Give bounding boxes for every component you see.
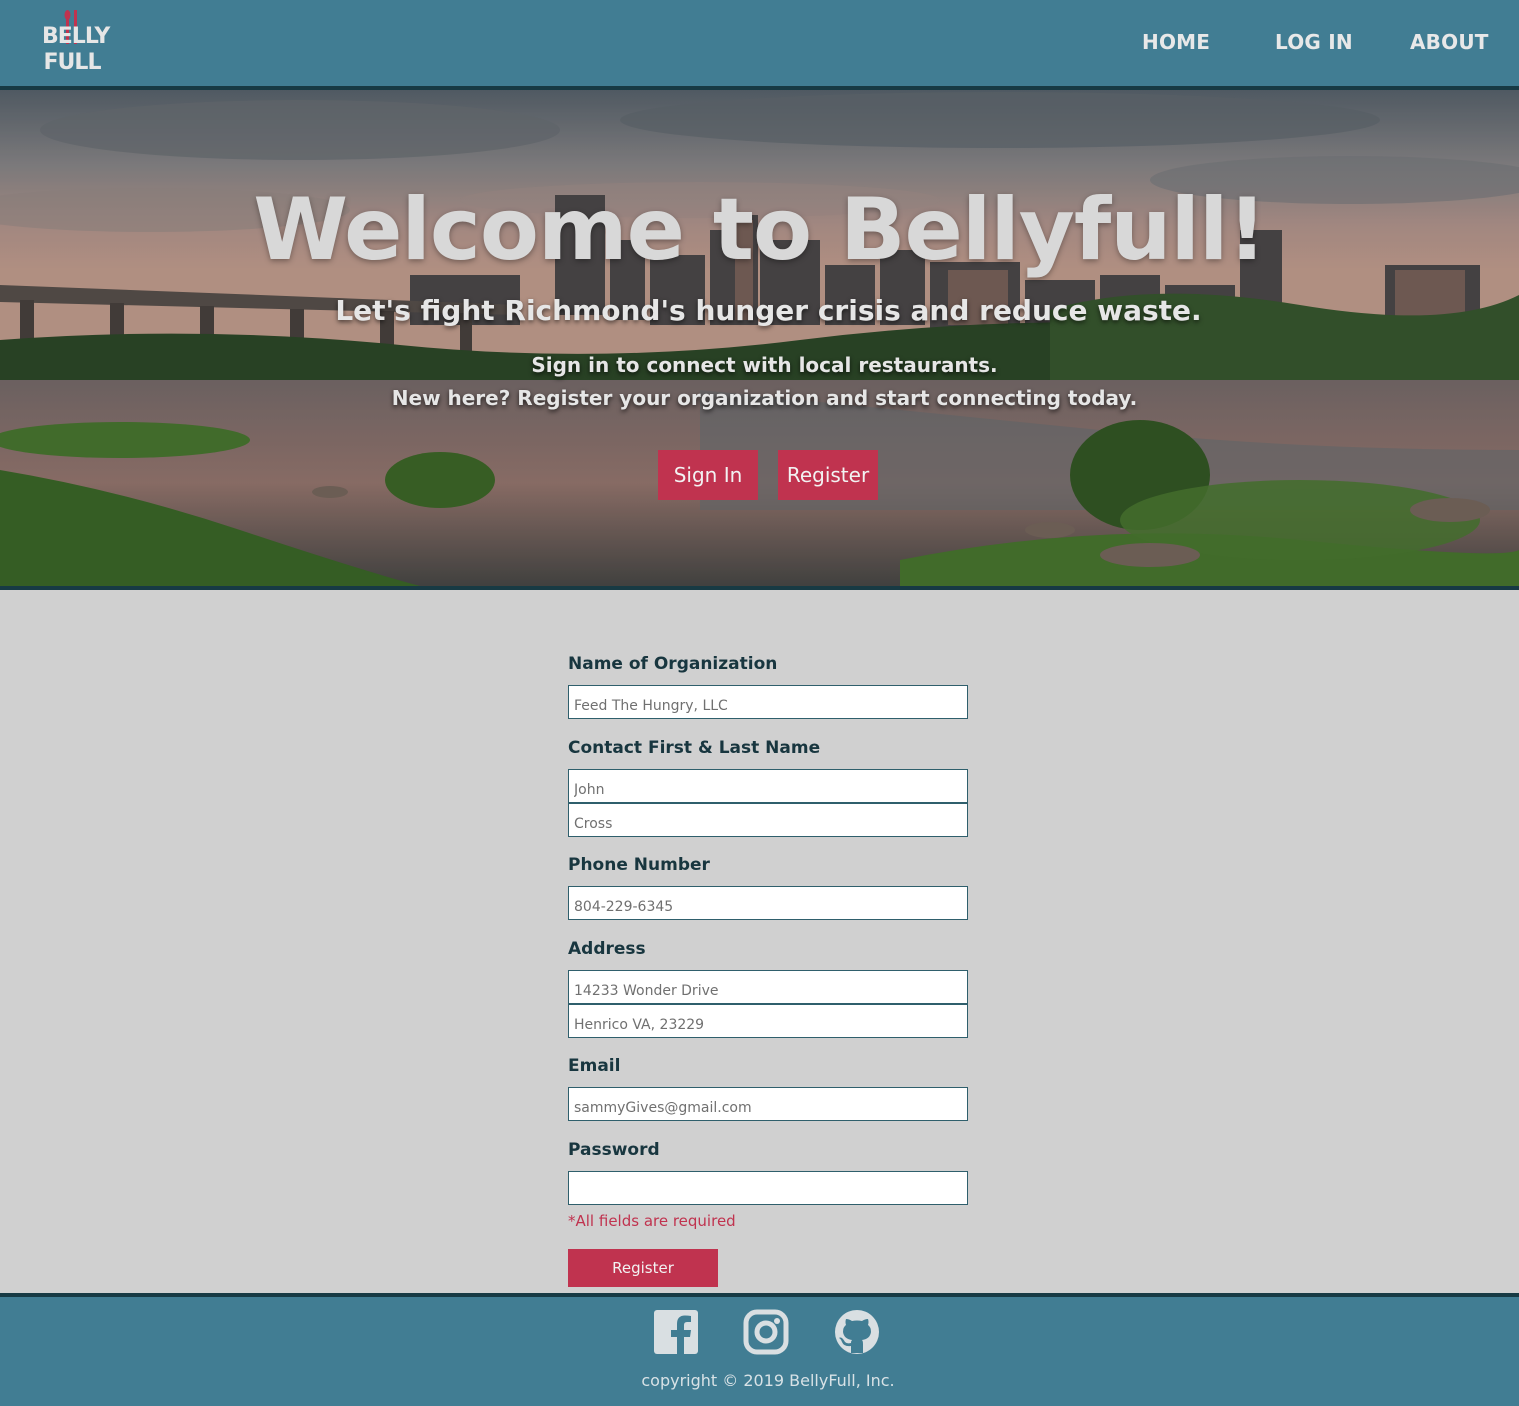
address-line2-input[interactable] — [568, 1004, 968, 1038]
logo-text-line1: BELLY — [42, 24, 110, 49]
richmond-skyline-background — [0, 90, 1519, 586]
address-line1-input[interactable] — [568, 970, 968, 1004]
phone-input[interactable] — [568, 886, 968, 920]
last-name-input[interactable] — [568, 803, 968, 837]
org-name-input[interactable] — [568, 685, 968, 719]
required-fields-note: *All fields are required — [568, 1212, 736, 1230]
register-submit-button[interactable]: Register — [568, 1249, 718, 1287]
navbar: BELLY FULL HOME LOG IN ABOUT — [0, 0, 1519, 90]
copyright-text: copyright © 2019 BellyFull, Inc. — [641, 1371, 895, 1390]
footer: copyright © 2019 BellyFull, Inc. — [0, 1293, 1519, 1406]
phone-label: Phone Number — [568, 855, 710, 875]
hero-signin-text: Sign in to connect with local restaurant… — [531, 353, 998, 377]
facebook-icon[interactable] — [653, 1309, 699, 1355]
hero-register-button[interactable]: Register — [778, 450, 878, 500]
email-input[interactable] — [568, 1087, 968, 1121]
password-label: Password — [568, 1140, 660, 1160]
hero-subtitle: Let's fight Richmond's hunger crisis and… — [335, 294, 1202, 327]
nav-login-link[interactable]: LOG IN — [1275, 30, 1353, 54]
hero-title: Welcome to Bellyfull! — [253, 180, 1266, 280]
nav-home-link[interactable]: HOME — [1142, 30, 1210, 54]
github-icon[interactable] — [834, 1309, 880, 1355]
hero-banner: Welcome to Bellyfull! Let's fight Richmo… — [0, 90, 1519, 590]
instagram-icon[interactable] — [743, 1309, 789, 1355]
hero-register-text: New here? Register your organization and… — [391, 386, 1138, 410]
org-name-label: Name of Organization — [568, 654, 778, 674]
hero-sign-in-button[interactable]: Sign In — [658, 450, 758, 500]
contact-name-label: Contact First & Last Name — [568, 738, 821, 758]
nav-about-link[interactable]: ABOUT — [1410, 30, 1489, 54]
email-label: Email — [568, 1056, 621, 1076]
address-label: Address — [568, 939, 646, 959]
bellyfull-logo[interactable]: BELLY FULL — [42, 10, 110, 78]
first-name-input[interactable] — [568, 769, 968, 803]
logo-text-line2: FULL — [43, 50, 102, 75]
password-input[interactable] — [568, 1171, 968, 1205]
